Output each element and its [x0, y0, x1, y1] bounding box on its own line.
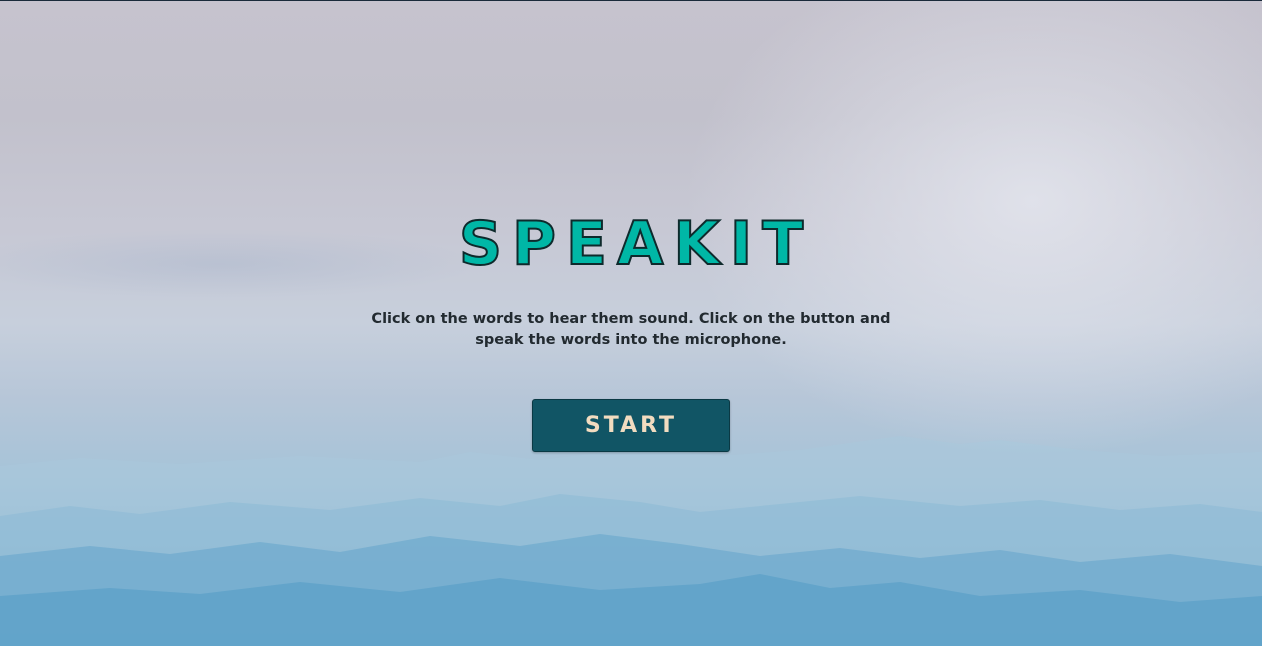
app-title: SPEAKIT — [458, 208, 814, 280]
main-content: SPEAKIT Click on the words to hear them … — [0, 0, 1262, 646]
instructions-text: Click on the words to hear them sound. C… — [371, 311, 891, 348]
start-button[interactable]: START — [532, 399, 730, 452]
